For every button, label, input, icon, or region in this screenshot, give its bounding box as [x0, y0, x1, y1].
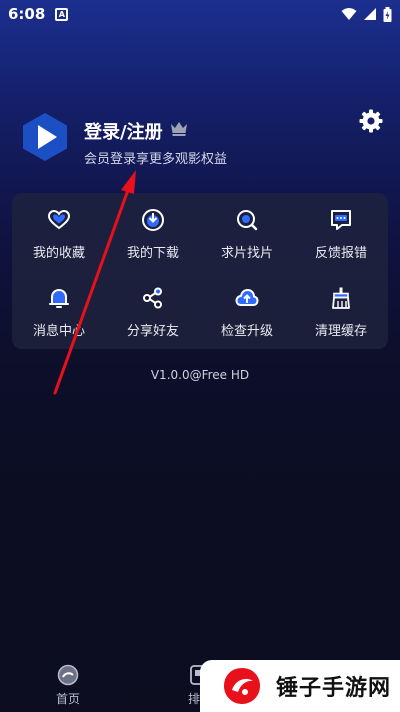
- watermark-logo-icon: [224, 668, 260, 704]
- menu-item-label: 检查升级: [220, 323, 273, 339]
- login-register-link[interactable]: 登录/注册: [84, 118, 163, 144]
- menu-item-label: 消息中心: [32, 323, 85, 339]
- menu-item-favorites[interactable]: 我的收藏: [12, 193, 106, 271]
- menu-item-label: 分享好友: [126, 323, 179, 339]
- login-subtitle: 会员登录享更多观影权益: [84, 152, 228, 167]
- search-film-icon: [237, 209, 258, 230]
- home-icon: [57, 664, 79, 686]
- download-icon: [142, 208, 164, 231]
- profile-header[interactable]: 登录/注册 会员登录享更多观影权益: [22, 112, 378, 172]
- signal-icon: [364, 8, 376, 20]
- status-time: 6:08: [8, 5, 46, 23]
- menu-item-share[interactable]: 分享好友: [106, 271, 200, 349]
- menu-item-label: 求片找片: [220, 245, 273, 261]
- status-icons: [341, 6, 392, 22]
- menu-item-request-film[interactable]: 求片找片: [200, 193, 294, 271]
- crown-icon: [171, 122, 187, 136]
- watermark-text: 锤子手游网: [276, 676, 392, 701]
- menu-item-label: 我的收藏: [32, 245, 85, 261]
- menu-item-label: 我的下载: [126, 245, 179, 261]
- menu-item-feedback[interactable]: 反馈报错: [294, 193, 388, 271]
- menu-item-label: 反馈报错: [314, 245, 367, 261]
- broom-icon: [332, 287, 350, 309]
- bell-icon: [49, 288, 69, 308]
- gear-icon[interactable]: [358, 108, 384, 134]
- play-logo-icon: [23, 113, 67, 161]
- heart-icon: [47, 209, 71, 229]
- wifi-icon: [341, 8, 357, 20]
- nav-home-label: 首页: [55, 692, 80, 706]
- menu-item-messages[interactable]: 消息中心: [12, 271, 106, 349]
- menu-grid: 我的收藏 我的下载 求片找片 反馈报错 消息中心 分享好友 检查升级 清理缓存: [12, 193, 388, 349]
- upgrade-icon: [235, 288, 259, 306]
- battery-icon: [383, 6, 392, 22]
- status-bar: 6:08 A: [0, 0, 400, 28]
- nav-home-tab[interactable]: 首页: [40, 664, 96, 707]
- notification-a-icon: A: [55, 7, 69, 21]
- feedback-icon: [331, 209, 351, 230]
- menu-item-clear-cache[interactable]: 清理缓存: [294, 271, 388, 349]
- menu-item-label: 清理缓存: [314, 323, 367, 339]
- share-icon: [143, 287, 162, 308]
- menu-item-downloads[interactable]: 我的下载: [106, 193, 200, 271]
- watermark-banner: 锤子手游网: [200, 660, 400, 712]
- menu-item-upgrade[interactable]: 检查升级: [200, 271, 294, 349]
- annotation-arrow: [53, 170, 136, 395]
- version-label: V1.0.0@Free HD: [150, 368, 250, 382]
